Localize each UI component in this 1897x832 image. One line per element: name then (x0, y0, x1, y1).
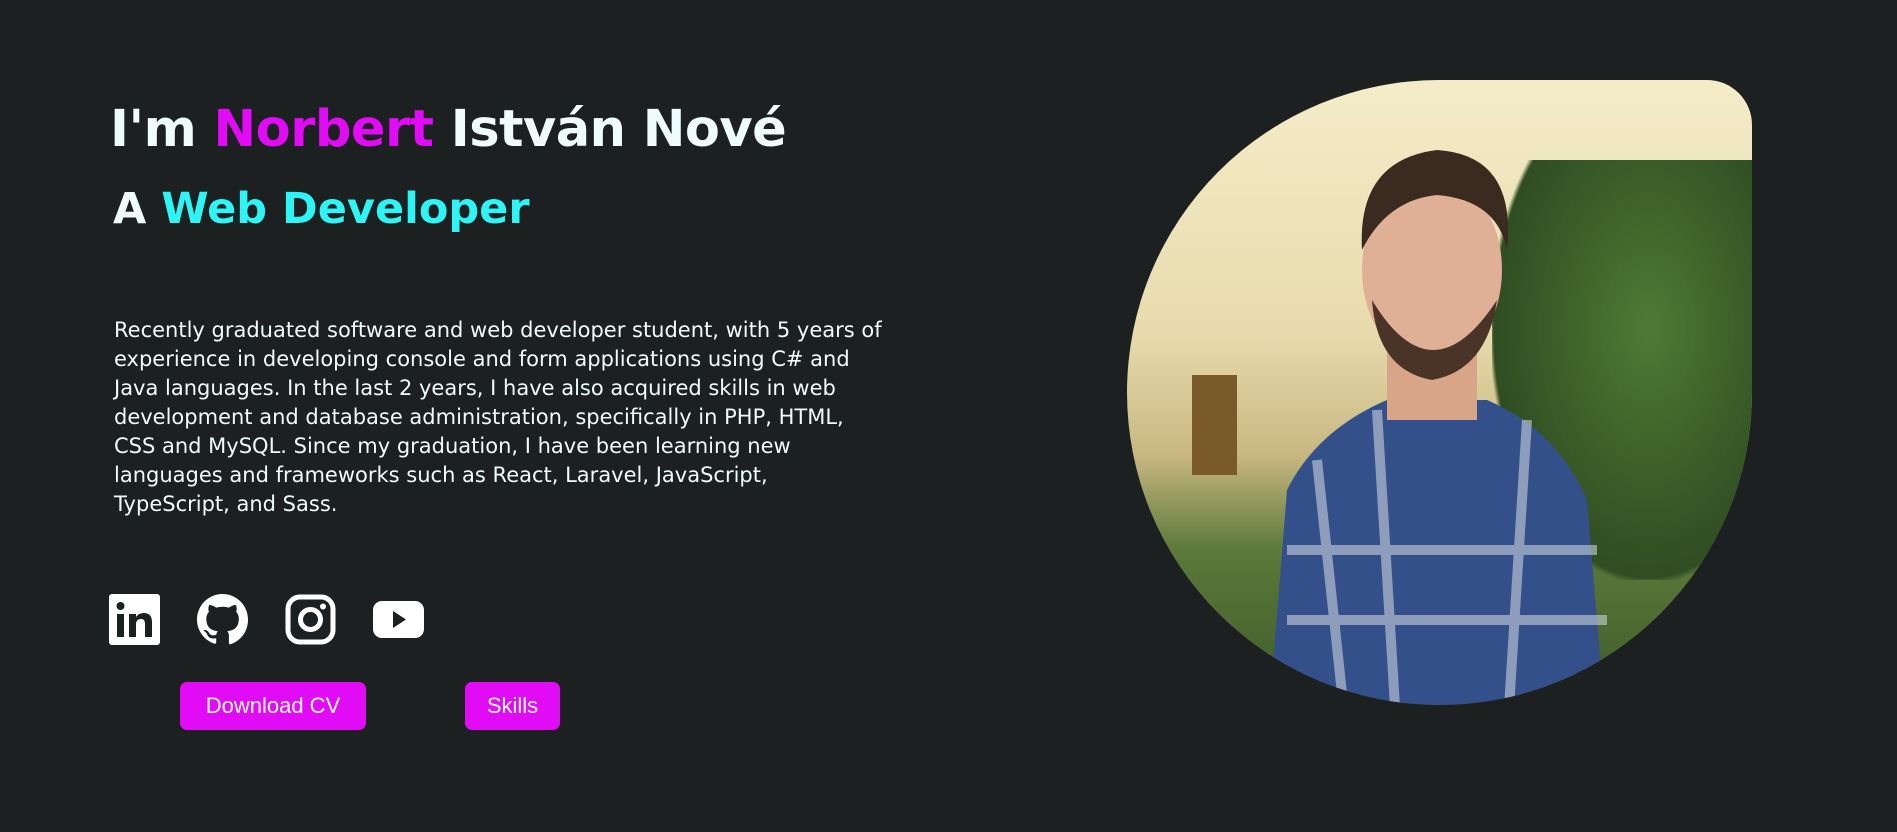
github-link[interactable] (197, 594, 249, 645)
description: Recently graduated software and web deve… (114, 318, 882, 516)
hero-subtitle: A Web Developer (113, 184, 530, 234)
youtube-icon (373, 601, 424, 638)
subtitle-prefix: A (113, 184, 162, 234)
role: Web Developer (161, 184, 530, 234)
instagram-link[interactable] (285, 594, 336, 645)
title-prefix: I'm (110, 100, 214, 159)
title-rest: István Nové (433, 100, 787, 159)
first-name: Norbert (213, 100, 435, 159)
hero-title: I'm Norbert István Nové (110, 100, 787, 159)
linkedin-icon (109, 594, 160, 645)
skills-button[interactable]: Skills (465, 682, 560, 730)
github-icon (197, 594, 249, 645)
profile-photo (1127, 80, 1752, 705)
social-links (109, 594, 424, 645)
instagram-icon (285, 594, 336, 645)
download-cv-button[interactable]: Download CV (180, 682, 366, 730)
person-silhouette (1269, 150, 1607, 705)
youtube-link[interactable] (373, 594, 424, 645)
linkedin-link[interactable] (109, 594, 160, 645)
